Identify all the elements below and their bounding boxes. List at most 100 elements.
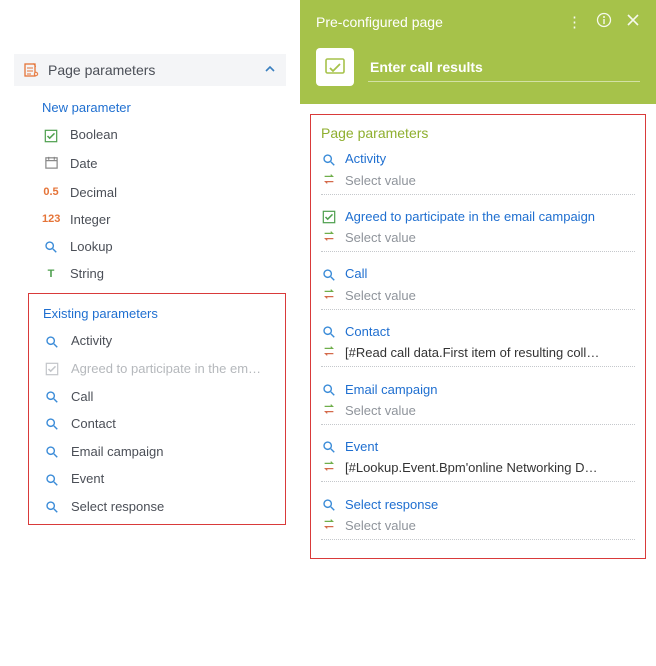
field-label: Contact [345, 324, 390, 339]
field-block: Email campaign Select value [321, 379, 635, 425]
lookup-icon [43, 333, 61, 349]
swap-icon [321, 172, 337, 189]
param-type-label: Integer [70, 212, 110, 227]
lookup-icon [43, 388, 61, 404]
field-value-row[interactable]: Select value [321, 514, 635, 540]
existing-param-item[interactable]: Select response [29, 493, 285, 521]
chevron-up-icon [264, 62, 276, 78]
parameter-type-list: Boolean Date 0.5Decimal 123 Integer Lookup T St… [14, 121, 286, 287]
param-type-label: String [70, 266, 104, 281]
swap-icon [321, 402, 337, 419]
checkbox-icon [321, 209, 337, 225]
field-value: Select value [345, 173, 635, 188]
info-icon[interactable] [596, 12, 612, 32]
right-panel: Pre-configured page ⋮ Page parameters Ac… [300, 0, 656, 666]
left-panel: Page parameters New parameter Boolean Dat… [0, 0, 300, 666]
field-value: [#Read call data.First item of resulting… [345, 345, 635, 360]
field-block: Agreed to participate in the email campa… [321, 207, 635, 253]
field-label-row[interactable]: Event [321, 437, 635, 457]
field-value-row[interactable]: Select value [321, 169, 635, 195]
close-icon[interactable] [626, 13, 640, 31]
existing-parameters-header: Existing parameters [29, 298, 285, 327]
panel-title: Pre-configured page [316, 14, 567, 30]
field-value-row[interactable]: Select value [321, 284, 635, 310]
swap-icon [321, 517, 337, 534]
param-type-item[interactable]: Lookup [14, 233, 286, 261]
field-block: Select response Select value [321, 494, 635, 540]
type-badge-icon: 123 [42, 213, 60, 225]
existing-param-label: Activity [71, 333, 112, 348]
lookup-icon [321, 324, 337, 340]
swap-icon [321, 344, 337, 361]
field-label-row[interactable]: Agreed to participate in the email campa… [321, 207, 635, 227]
field-value: Select value [345, 230, 635, 245]
existing-param-item[interactable]: Contact [29, 410, 285, 438]
field-value-row[interactable]: [#Lookup.Event.Bpm'online Networking D… [321, 456, 635, 482]
field-block: Activity Select value [321, 149, 635, 195]
swap-icon [321, 459, 337, 476]
swap-icon [321, 287, 337, 304]
existing-parameters-box: Existing parameters Activity Agreed to pa… [28, 293, 286, 525]
page-parameters-section-header[interactable]: Page parameters [14, 54, 286, 86]
field-label-row[interactable]: Activity [321, 149, 635, 169]
existing-parameter-list: Activity Agreed to participate in the em…… [29, 327, 285, 520]
field-label: Activity [345, 151, 386, 166]
field-label: Email campaign [345, 382, 438, 397]
existing-param-label: Agreed to participate in the em… [71, 361, 261, 376]
page-icon [316, 48, 354, 86]
right-header-top-row: Pre-configured page ⋮ [316, 12, 640, 32]
lookup-icon [321, 496, 337, 512]
existing-param-label: Email campaign [71, 444, 164, 459]
lookup-icon [321, 381, 337, 397]
field-value-row[interactable]: Select value [321, 399, 635, 425]
field-value: [#Lookup.Event.Bpm'online Networking D… [345, 460, 635, 475]
field-block: Contact [#Read call data.First item of re… [321, 322, 635, 368]
date-icon [42, 155, 60, 173]
param-type-label: Decimal [70, 185, 117, 200]
field-value-row[interactable]: [#Read call data.First item of resulting… [321, 341, 635, 367]
right-section-title: Page parameters [321, 123, 635, 149]
field-label: Call [345, 266, 367, 281]
lookup-icon [43, 416, 61, 432]
existing-param-label: Contact [71, 416, 116, 431]
type-badge-icon: T [42, 268, 60, 280]
field-value: Select value [345, 403, 635, 418]
field-list: Activity Select value Agreed to participat… [321, 149, 635, 540]
field-value: Select value [345, 518, 635, 533]
existing-param-label: Select response [71, 499, 164, 514]
lookup-icon [42, 239, 60, 255]
field-label-row[interactable]: Contact [321, 322, 635, 342]
existing-param-label: Call [71, 389, 93, 404]
lookup-icon [321, 151, 337, 167]
field-value-row[interactable]: Select value [321, 226, 635, 252]
field-block: Event [#Lookup.Event.Bpm'online Networkin… [321, 437, 635, 483]
existing-param-item[interactable]: Activity [29, 327, 285, 355]
field-label-row[interactable]: Email campaign [321, 379, 635, 399]
existing-param-item[interactable]: Call [29, 382, 285, 410]
param-type-item[interactable]: T String [14, 260, 286, 287]
param-type-item[interactable]: 0.5Decimal [14, 179, 286, 206]
existing-param-item[interactable]: Agreed to participate in the em… [29, 355, 285, 383]
page-title-input[interactable] [368, 53, 640, 82]
param-type-item[interactable]: Boolean [14, 121, 286, 149]
existing-param-item[interactable]: Email campaign [29, 437, 285, 465]
checkbox-icon [43, 361, 61, 377]
existing-param-item[interactable]: Event [29, 465, 285, 493]
lookup-icon [43, 499, 61, 515]
param-type-label: Boolean [70, 127, 118, 142]
field-label: Select response [345, 497, 438, 512]
header-action-icons: ⋮ [567, 12, 640, 32]
param-type-label: Date [70, 156, 97, 171]
field-label-row[interactable]: Select response [321, 494, 635, 514]
field-label: Agreed to participate in the email campa… [345, 209, 595, 224]
param-type-item[interactable]: Date [14, 149, 286, 179]
existing-param-label: Event [71, 471, 104, 486]
field-label-row[interactable]: Call [321, 264, 635, 284]
lookup-icon [43, 471, 61, 487]
right-header: Pre-configured page ⋮ [300, 0, 656, 104]
new-parameter-link[interactable]: New parameter [14, 94, 286, 121]
swap-icon [321, 229, 337, 246]
more-icon[interactable]: ⋮ [567, 13, 582, 31]
lookup-icon [321, 266, 337, 282]
param-type-item[interactable]: 123 Integer [14, 206, 286, 233]
